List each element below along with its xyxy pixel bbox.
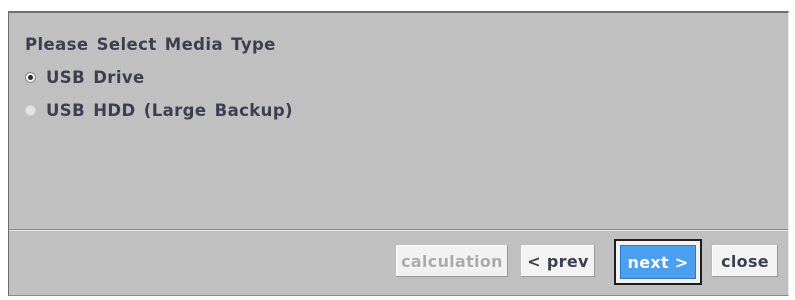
radio-selected-icon[interactable]: [25, 71, 36, 83]
next-button[interactable]: next >: [614, 239, 702, 285]
prev-button[interactable]: < prev: [520, 244, 596, 278]
divider: [9, 229, 788, 231]
option-label: USB HDD (Large Backup): [46, 100, 293, 120]
calculation-button[interactable]: calculation: [395, 244, 509, 278]
close-button[interactable]: close: [711, 244, 779, 278]
option-usb-drive[interactable]: USB Drive: [25, 66, 145, 88]
radio-unselected-icon[interactable]: [25, 104, 36, 116]
next-button-label: next >: [620, 245, 696, 279]
option-usb-hdd[interactable]: USB HDD (Large Backup): [25, 99, 293, 121]
media-type-dialog: Please Select Media Type USB Drive USB H…: [8, 11, 789, 296]
option-label: USB Drive: [46, 67, 145, 87]
dialog-title: Please Select Media Type: [25, 35, 276, 54]
